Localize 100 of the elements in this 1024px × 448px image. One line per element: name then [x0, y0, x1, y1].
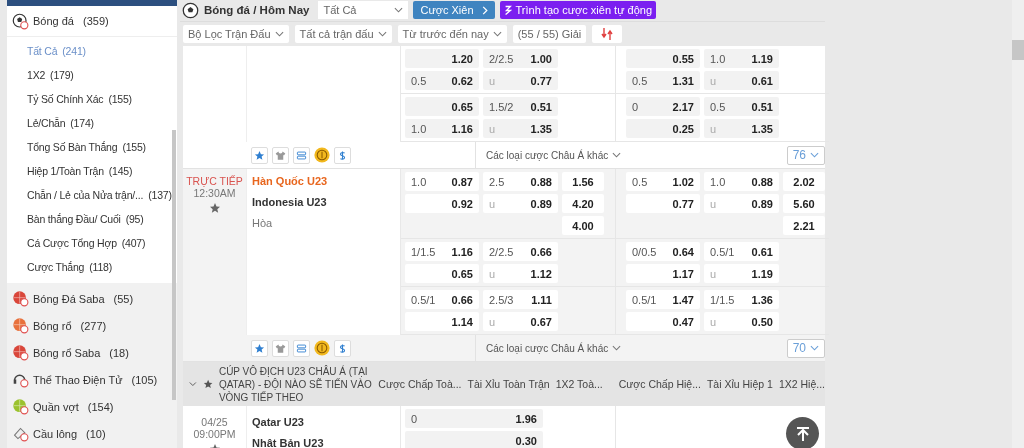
odds-cell[interactable]: 2.5/3 1.11: [483, 290, 558, 309]
more-bets-tab[interactable]: Các loại cược Châu Á khác: [475, 142, 628, 168]
breadcrumb: Bóng đá / Hôm Nay: [204, 4, 310, 16]
ball-icon: [12, 398, 29, 415]
favorite-button[interactable]: [251, 146, 268, 164]
stats-button[interactable]: [272, 339, 289, 357]
odds-cell[interactable]: u 0.89: [704, 194, 779, 213]
match-date: 04/25: [200, 416, 229, 428]
odds-cell[interactable]: u 1.35: [483, 119, 558, 138]
odds-cell[interactable]: u 0.61: [704, 71, 779, 90]
odds-cell[interactable]: u 0.67: [483, 312, 558, 331]
odds-cell[interactable]: u 1.35: [704, 119, 779, 138]
odds-cell[interactable]: 5.60: [783, 194, 825, 213]
market-dropdown[interactable]: Tất Cả: [318, 1, 409, 19]
odds-cell[interactable]: 1.14: [405, 312, 479, 331]
odds-cell[interactable]: u 1.19: [704, 264, 779, 283]
chevron-down-icon[interactable]: [189, 381, 197, 387]
chevron-down-icon: [810, 345, 819, 351]
bet-type-item[interactable]: Chẵn / Lẻ của Nửa trận/... (137): [7, 183, 172, 207]
draw-label: Hòa: [252, 217, 274, 229]
league-count[interactable]: (55 / 55) Giải: [512, 25, 587, 43]
filter-dropdown[interactable]: Tất cả trận đấu: [294, 25, 392, 43]
odds-cell[interactable]: 1.0 1.19: [704, 49, 779, 68]
page-scrollbar[interactable]: [1012, 0, 1024, 448]
odds-cell[interactable]: 2.5 0.88: [483, 172, 558, 191]
match-status: TRỰC TIẾP: [185, 175, 244, 187]
coin-icon[interactable]: [314, 340, 330, 356]
list-button[interactable]: [293, 339, 310, 357]
odds-cell[interactable]: u 0.77: [483, 71, 558, 90]
odds-cell[interactable]: 0.5/1 0.66: [405, 290, 479, 309]
favorite-button[interactable]: [251, 339, 268, 357]
chevron-down-icon: [612, 345, 622, 351]
soccer-ball-icon: [182, 1, 199, 19]
odds-cell[interactable]: 2.21: [783, 216, 825, 235]
odds-cell[interactable]: 2/2.5 0.66: [483, 242, 558, 261]
team-name: Indonesia U23: [252, 196, 328, 210]
jersey-icon: [275, 342, 286, 354]
bet-type-item[interactable]: Hiệp 1/Toàn Trận (145): [7, 159, 133, 183]
column-header: Tài Xỉu Toàn Trận: [467, 378, 550, 390]
odds-cell[interactable]: 1/1.5 1.36: [704, 290, 779, 309]
cash-button[interactable]: [334, 146, 351, 164]
more-bets-tab[interactable]: Các loại cược Châu Á khác: [475, 335, 628, 361]
bolt-icon: [503, 4, 512, 16]
bet-type-item[interactable]: Tỷ Số Chính Xác (155): [7, 87, 132, 111]
odds-cell[interactable]: u 0.50: [704, 312, 779, 331]
odds-cell[interactable]: 0.5 1.02: [626, 172, 700, 191]
column-header: 1X2 Toà...: [555, 378, 603, 390]
column-header: Tài Xỉu Hiệp 1: [706, 378, 773, 390]
bet-type-item[interactable]: 1X2 (179): [7, 63, 74, 87]
odds-cell[interactable]: 0 2.17: [626, 97, 700, 116]
cash-button[interactable]: [334, 339, 351, 357]
ball-icon: [12, 317, 29, 334]
bet-type-item[interactable]: Lẻ/Chẵn (174): [7, 111, 94, 135]
coin-icon[interactable]: [314, 147, 330, 163]
layers-icon: [296, 149, 307, 161]
odds-cell[interactable]: 2.02: [783, 172, 825, 191]
odds-cell[interactable]: 1.0 0.87: [405, 172, 479, 191]
odds-cell[interactable]: 2/2.5 1.00: [483, 49, 558, 68]
scrollbar-thumb[interactable]: [1012, 40, 1024, 60]
odds-cell[interactable]: 0.5 0.51: [704, 97, 779, 116]
odds-cell[interactable]: 0.47: [626, 312, 700, 331]
odds-cell[interactable]: 1.17: [626, 264, 700, 283]
odds-cell[interactable]: 1.5/2 0.51: [483, 97, 558, 116]
bet-type-item[interactable]: Cược Thắng (118): [7, 255, 112, 279]
odds-cell[interactable]: 0.65: [405, 264, 479, 283]
odds-cell[interactable]: 0.25: [626, 119, 700, 138]
odds-cell[interactable]: 0.5 0.62: [405, 71, 479, 90]
odds-cell[interactable]: 4.00: [562, 216, 604, 235]
odds-cell[interactable]: 0 1.96: [405, 409, 543, 428]
odds-cell[interactable]: u 1.12: [483, 264, 558, 283]
odds-cell[interactable]: 0.92: [405, 194, 479, 213]
bet-type-item[interactable]: Cá Cược Tổng Hợp (407): [7, 231, 146, 255]
stats-button[interactable]: [272, 146, 289, 164]
odds-cell[interactable]: 0.5/1 0.61: [704, 242, 779, 261]
list-button[interactable]: [293, 146, 310, 164]
auto-parlay-button[interactable]: Trình tạo cược xiên tự động: [499, 1, 657, 19]
odds-cell[interactable]: 0.55: [626, 49, 700, 68]
odds-cell[interactable]: 0.65: [405, 97, 479, 116]
odds-cell[interactable]: 1/1.5 1.16: [405, 242, 479, 261]
soccer-ball-icon: [12, 12, 29, 30]
odds-cell[interactable]: 1.20: [405, 49, 479, 68]
bet-type-item[interactable]: Tổng Số Bàn Thắng (155): [7, 135, 146, 159]
odds-cell[interactable]: 1.0 1.16: [405, 119, 479, 138]
odds-cell[interactable]: u 0.89: [483, 194, 558, 213]
odds-cell[interactable]: 1.0 0.88: [704, 172, 779, 191]
odds-cell[interactable]: 4.20: [562, 194, 604, 213]
odds-cell[interactable]: 0.77: [626, 194, 700, 213]
filter-dropdown[interactable]: Từ trước đến nay: [397, 25, 507, 43]
bet-type-item[interactable]: Bàn thắng Đầu/ Cuối (95): [7, 207, 144, 231]
bet-type-item[interactable]: Tất Cả (241): [7, 39, 86, 63]
odds-cell[interactable]: 0.30: [405, 431, 543, 448]
sort-button[interactable]: [592, 25, 623, 43]
odds-cell[interactable]: 0/0.5 0.64: [626, 242, 700, 261]
scrollbar[interactable]: [172, 130, 176, 400]
filter-dropdown[interactable]: Bộ Lọc Trận Đấu: [183, 25, 289, 43]
odds-cell[interactable]: 0.5/1 1.47: [626, 290, 700, 309]
parlay-button[interactable]: Cược Xiên: [413, 1, 495, 19]
odds-cell[interactable]: 1.56: [562, 172, 604, 191]
odds-cell[interactable]: 0.5 1.31: [626, 71, 700, 90]
team-name: Hàn Quốc U23: [252, 175, 329, 189]
